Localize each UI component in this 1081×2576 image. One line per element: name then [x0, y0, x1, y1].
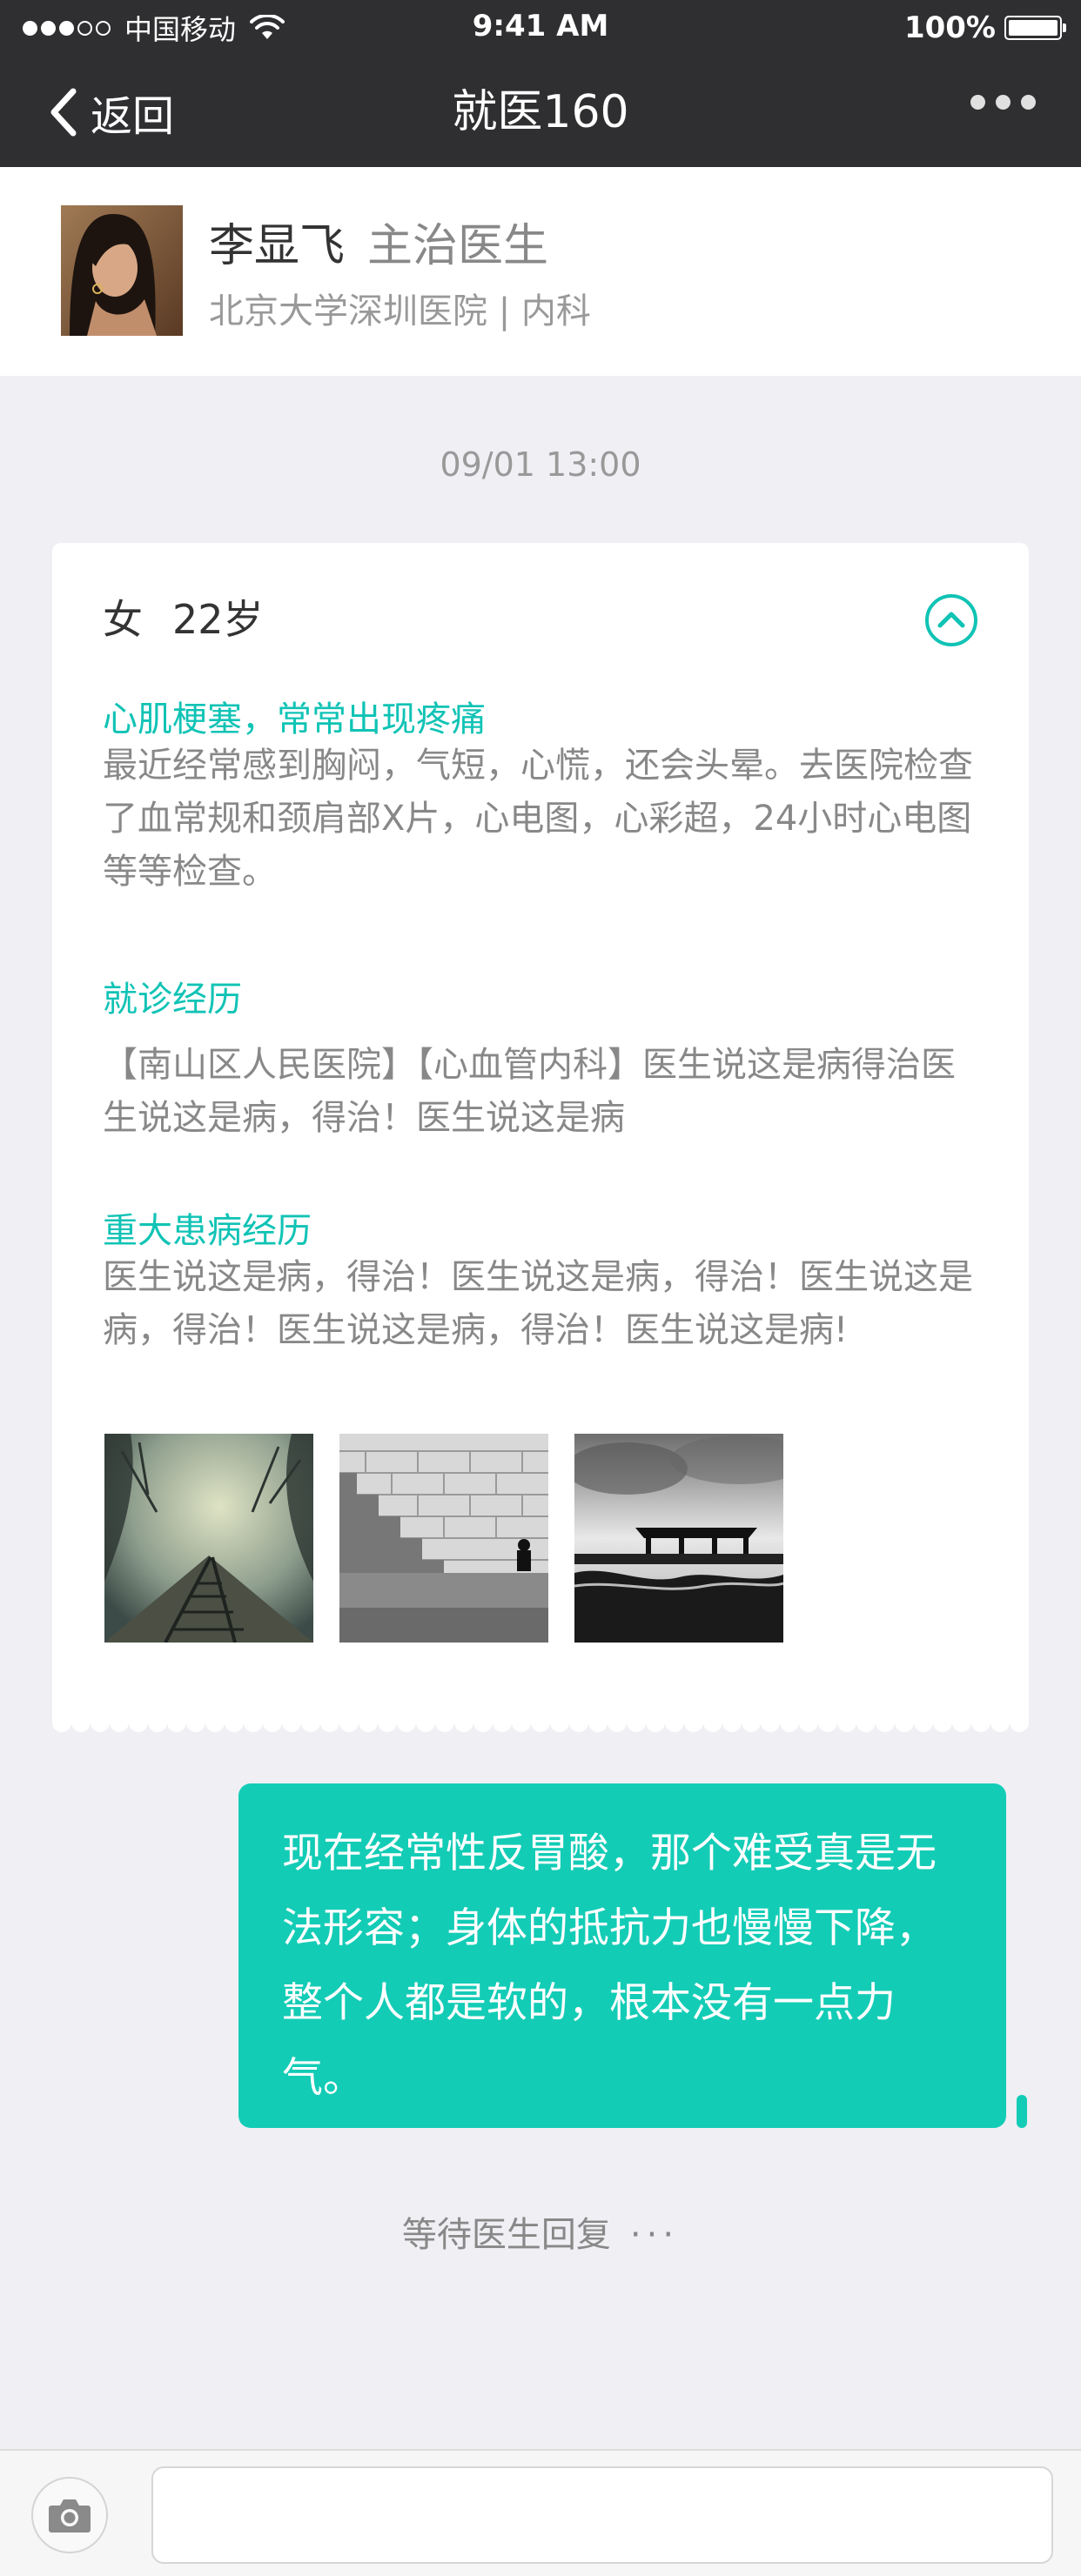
more-dot-icon — [996, 95, 1010, 110]
page-title: 就医160 — [452, 86, 629, 138]
section-text: 【南山区人民医院】【心血管内科】医生说这是病得治医生说这是病，得治！医生说这是病 — [103, 1045, 956, 1138]
case-card: 女 22岁 心肌梗塞，常常出现疼痛 最近经常感到胸闷，气短，心慌，还会头晕。去医院… — [52, 543, 1029, 1714]
camera-button[interactable] — [31, 2477, 108, 2553]
bubble-tail — [1017, 2095, 1027, 2128]
section-title: 重大患病经历 — [103, 1211, 312, 1251]
top-bar: 中国移动 9:41 AM 100% 返回 就医160 — [0, 0, 1081, 167]
attachment-image[interactable] — [104, 1434, 313, 1643]
doctor-header[interactable]: 李显飞 主治医生 北京大学深圳医院 | 内科 — [0, 167, 1081, 376]
message-input[interactable] — [151, 2466, 1053, 2564]
patient-gender: 女 — [103, 596, 143, 643]
camera-icon — [49, 2499, 91, 2533]
waiting-status: 等待医生回复 ··· — [0, 2206, 1081, 2257]
section-title: 心肌梗塞，常常出现疼痛 — [103, 699, 486, 739]
more-dot-icon — [1021, 95, 1036, 110]
battery-icon — [1004, 16, 1066, 40]
status-bar: 中国移动 9:41 AM 100% — [0, 0, 1081, 56]
navigation-bar: 返回 就医160 — [0, 56, 1081, 167]
doctor-avatar[interactable] — [61, 205, 183, 336]
message-text: 现在经常性反胃酸，那个难受真是无法形容；身体的抵抗力也慢慢下降，整个人都是软的，… — [282, 1830, 937, 2102]
more-menu-button[interactable] — [960, 95, 1036, 110]
doctor-hospital: 北京大学深圳医院 | 内科 — [209, 291, 591, 331]
chevron-up-icon[interactable] — [924, 593, 978, 647]
typing-dots-icon: ··· — [629, 2215, 680, 2255]
section-text: 医生说这是病，得治！医生说这是病，得治！医生说这是病，得治！医生说这是病，得治！… — [103, 1257, 973, 1350]
patient-info: 女 22岁 — [103, 588, 264, 646]
battery-percent: 100% — [903, 10, 996, 45]
patient-age: 22岁 — [172, 596, 264, 643]
section-text: 最近经常感到胸闷，气短，心慌，还会头晕。去医院检查了血常规和颈肩部X片，心电图，… — [103, 746, 973, 892]
chat-timestamp: 09/01 13:00 — [440, 445, 641, 484]
more-dot-icon — [970, 95, 985, 110]
doctor-title: 主治医生 — [367, 220, 549, 272]
doctor-name: 李显飞 — [209, 220, 346, 272]
attachment-image[interactable] — [339, 1434, 548, 1643]
waiting-label: 等待医生回复 — [401, 2215, 611, 2255]
attachment-image[interactable] — [574, 1434, 783, 1643]
section-title: 就诊经历 — [103, 980, 242, 1020]
card-scalloped-edge — [52, 1710, 1029, 1733]
message-bubble[interactable]: 现在经常性反胃酸，那个难受真是无法形容；身体的抵抗力也慢慢下降，整个人都是软的，… — [238, 1783, 1006, 2128]
input-bar — [0, 2449, 1081, 2576]
